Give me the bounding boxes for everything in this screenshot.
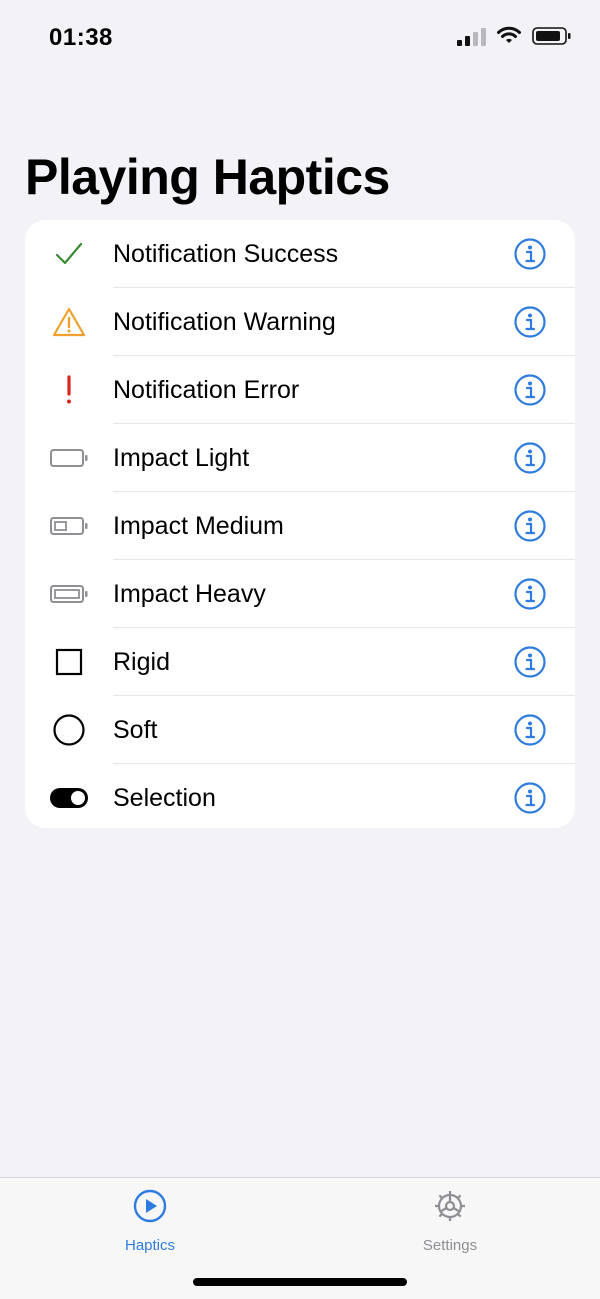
- list-item-label: Impact Medium: [113, 511, 284, 540]
- home-indicator[interactable]: [193, 1278, 407, 1286]
- gear-icon: [435, 1191, 465, 1221]
- list-item[interactable]: Notification Error: [25, 356, 575, 424]
- tab-label: Haptics: [124, 1237, 176, 1254]
- tab-label: Settings: [422, 1237, 478, 1254]
- play-circle-icon: [133, 1189, 167, 1223]
- info-icon[interactable]: [513, 645, 547, 679]
- list-item-label: Notification Success: [113, 239, 339, 268]
- list-item[interactable]: Selection: [25, 764, 575, 828]
- battery-icon: [532, 27, 571, 45]
- page-title: Playing Haptics: [25, 149, 390, 205]
- list-item[interactable]: Notification Warning: [25, 288, 575, 356]
- tab-haptics[interactable]: Haptics: [90, 1188, 210, 1254]
- list-item[interactable]: Impact Light: [25, 424, 575, 492]
- list-item-label: Selection: [113, 783, 216, 812]
- checkmark-icon: [47, 232, 91, 276]
- wifi-icon: [497, 26, 521, 43]
- list-item[interactable]: Rigid: [25, 628, 575, 696]
- tab-settings[interactable]: Settings: [390, 1188, 510, 1254]
- list-item[interactable]: Impact Heavy: [25, 560, 575, 628]
- list-item[interactable]: Impact Medium: [25, 492, 575, 560]
- battery-full-icon: [47, 572, 91, 616]
- list-item-label: Rigid: [113, 647, 170, 676]
- info-icon[interactable]: [513, 577, 547, 611]
- toggle-icon: [47, 776, 91, 820]
- info-icon[interactable]: [513, 305, 547, 339]
- info-icon[interactable]: [513, 237, 547, 271]
- info-icon[interactable]: [513, 441, 547, 475]
- list-item-label: Impact Heavy: [113, 579, 266, 608]
- status-bar: 01:38: [0, 0, 600, 80]
- list-item-label: Impact Light: [113, 443, 250, 472]
- circle-icon: [47, 708, 91, 752]
- list-item[interactable]: Soft: [25, 696, 575, 764]
- battery-empty-icon: [47, 436, 91, 480]
- exclamation-icon: [47, 368, 91, 412]
- square-icon: [47, 640, 91, 684]
- info-icon[interactable]: [513, 713, 547, 747]
- haptics-list: Notification Success Notification Warnin…: [25, 220, 575, 828]
- cellular-signal-icon: [457, 26, 486, 46]
- status-time: 01:38: [49, 24, 113, 51]
- warning-triangle-icon: [47, 300, 91, 344]
- info-icon[interactable]: [513, 509, 547, 543]
- info-icon[interactable]: [513, 781, 547, 815]
- list-item-label: Notification Warning: [113, 307, 336, 336]
- status-icons: [457, 26, 572, 46]
- list-item[interactable]: Notification Success: [25, 220, 575, 288]
- info-icon[interactable]: [513, 373, 547, 407]
- list-item-label: Notification Error: [113, 375, 300, 404]
- battery-quarter-icon: [47, 504, 91, 548]
- list-item-label: Soft: [113, 715, 158, 744]
